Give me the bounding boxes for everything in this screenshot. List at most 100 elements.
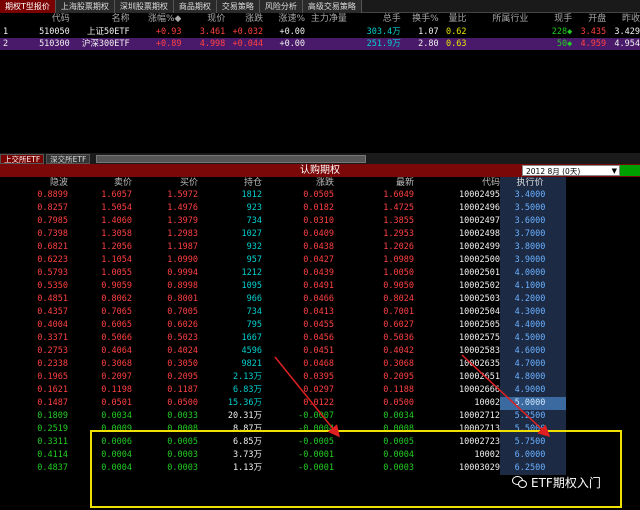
col-contract-code[interactable]: 代码 (414, 177, 500, 189)
table-row[interactable]: 0.2338 0.3068 0.3050 9821 0.0468 0.3068 100026… (0, 358, 640, 371)
cell-strike: 4.4000 (500, 319, 566, 332)
cell-ask: 0.2097 (101, 372, 132, 382)
col-change[interactable]: 涨跌 (262, 177, 334, 189)
table-row[interactable]: 0.3371 0.5066 0.5023 1667 0.0456 0.5036 100025… (0, 332, 640, 345)
cell-last: 1.4725 (383, 203, 414, 213)
col-strike[interactable]: 执行价 (500, 177, 566, 189)
wechat-icon (512, 475, 528, 489)
table-row[interactable]: 0.4114 0.0004 0.0003 3.73万 -0.0001 0.0004 1000… (0, 449, 640, 462)
top-tab-2[interactable]: 深圳股票期权 (114, 0, 174, 13)
quote-row-510050[interactable]: 1 510050 上证50ETF +0.93 3.461 +0.032 +0.0… (0, 26, 640, 38)
expiry-month-select[interactable]: 2012 8月 (0天) ▼ (522, 165, 620, 176)
options-grid-header: 隐波 卖价 买价 持仓 涨跌 最新 代码 执行价 (0, 177, 640, 189)
table-row[interactable]: 0.2753 0.4064 0.4024 4596 0.0451 0.4042 100025… (0, 345, 640, 358)
row-code: 510300 (39, 39, 70, 49)
quote-row-510300[interactable]: 2 510300 沪深300ETF +0.89 4.998 +0.044 +0.… (0, 38, 640, 50)
table-row[interactable]: 0.2519 0.0009 0.0008 8.87万 -0.0004 0.0008 1000… (0, 423, 640, 436)
horizontal-scrollbar[interactable] (96, 154, 367, 163)
col-bid[interactable]: 买价 (132, 177, 198, 189)
table-row[interactable]: 0.1965 0.2097 0.2095 2.13万 0.0395 0.2095 10002… (0, 371, 640, 384)
tab-sse-etf[interactable]: 上交所ETF (0, 153, 45, 164)
col-open-interest[interactable]: 持仓 (198, 177, 262, 189)
cell-strike: 4.7000 (500, 358, 566, 371)
top-tab-1[interactable]: 上海股票期权 (55, 0, 115, 13)
table-row[interactable]: 0.5350 0.9059 0.8998 1095 0.0491 0.9050 100025… (0, 280, 640, 293)
top-tab-0[interactable]: 期权T型报价 (0, 0, 56, 13)
col-industry[interactable]: 所属行业 (467, 13, 528, 26)
chevron-down-icon[interactable]: ▼ (612, 166, 617, 177)
col-diff[interactable]: 涨跌 (225, 13, 263, 26)
col-open[interactable]: 开盘 (572, 13, 606, 26)
table-row[interactable]: 0.3311 0.0006 0.0005 6.85万 -0.0005 0.0005 1000… (0, 436, 640, 449)
cell-contract-code: 10002503 (459, 294, 500, 304)
col-implied-vol[interactable]: 隐波 (0, 177, 68, 189)
top-tab-4[interactable]: 交易策略 (216, 0, 260, 13)
col-now-hand[interactable]: 现手 (528, 13, 572, 26)
col-turnover[interactable]: 换手% (401, 13, 439, 26)
row-now-hand: 50◆ (556, 39, 573, 49)
cell-last: 0.0003 (383, 463, 414, 473)
row-index: 2 (3, 39, 9, 49)
col-vol-ratio[interactable]: 量比 (439, 13, 467, 26)
col-last[interactable]: 最新 (334, 177, 414, 189)
table-row[interactable]: 0.8899 1.6057 1.5972 1812 0.0505 1.6049 100024… (0, 189, 640, 202)
col-main-net[interactable]: 主力净量 (305, 13, 347, 26)
row-code: 510050 (39, 27, 70, 37)
table-row[interactable]: 0.4851 0.8062 0.8001 966 0.0466 0.8024 1000250… (0, 293, 640, 306)
col-speed[interactable]: 涨速% (263, 13, 305, 26)
cell-ask: 1.6057 (101, 190, 132, 200)
cell-last: 0.0034 (383, 411, 414, 421)
cell-strike: 3.4000 (500, 189, 566, 202)
cell-contract-code: 10002498 (459, 229, 500, 239)
exchange-tab-bar: 上交所ETF 深交所ETF (0, 153, 640, 164)
col-volume[interactable]: 总手 (347, 13, 401, 26)
top-tab-3[interactable]: 商品期权 (173, 0, 217, 13)
cell-change: 0.0310 (303, 216, 334, 226)
cell-change: 0.0122 (303, 398, 334, 408)
cell-bid: 0.8998 (167, 281, 198, 291)
tab-szse-etf[interactable]: 深交所ETF (46, 153, 91, 164)
row-open: 3.435 (580, 27, 607, 37)
cell-last: 0.1188 (383, 385, 414, 395)
cell-ask: 0.7065 (101, 307, 132, 317)
cell-implied-vol: 0.6223 (37, 255, 68, 265)
top-tab-6[interactable]: 高级交易策略 (302, 0, 362, 13)
table-row[interactable]: 0.6821 1.2056 1.1987 932 0.0438 1.2026 1000249… (0, 241, 640, 254)
cell-last: 1.0050 (383, 268, 414, 278)
top-tab-5[interactable]: 风险分析 (259, 0, 303, 13)
col-name[interactable]: 名称 (70, 13, 130, 26)
table-row[interactable]: 0.4004 0.6065 0.6026 795 0.0455 0.6027 1000250… (0, 319, 640, 332)
table-row[interactable]: 0.7985 1.4060 1.3979 734 0.0310 1.3855 1000249… (0, 215, 640, 228)
cell-contract-code: 10002713 (459, 424, 500, 434)
cell-last: 0.3068 (383, 359, 414, 369)
row-now-hand: 228◆ (551, 27, 573, 37)
table-row[interactable]: 0.8257 1.5054 1.4976 923 0.0182 1.4725 1000249… (0, 202, 640, 215)
cell-bid: 0.9994 (167, 268, 198, 278)
cell-strike: 3.5000 (500, 202, 566, 215)
col-change-pct[interactable]: 涨幅%◆ (130, 13, 181, 26)
table-row[interactable]: 0.7398 1.3058 1.2983 1027 0.0409 1.2953 100024… (0, 228, 640, 241)
cell-change: -0.0007 (298, 411, 334, 421)
table-row[interactable]: 0.1487 0.0501 0.0500 15.36万 0.0122 0.0500 1000… (0, 397, 640, 410)
cell-bid: 0.1187 (167, 385, 198, 395)
table-row[interactable]: 0.1621 0.1198 0.1187 6.83万 0.0297 0.1188 10002… (0, 384, 640, 397)
table-row[interactable]: 0.1809 0.0034 0.0033 20.31万 -0.0007 0.0034 100… (0, 410, 640, 423)
cell-open-interest: 1812 (241, 190, 262, 200)
table-row[interactable]: 0.4357 0.7065 0.7005 734 0.0413 0.7001 1000250… (0, 306, 640, 319)
cell-ask: 1.4060 (101, 216, 132, 226)
row-price: 4.998 (199, 39, 226, 49)
table-row[interactable]: 0.5793 1.0055 0.9994 1212 0.0439 1.0050 100025… (0, 267, 640, 280)
col-ask[interactable]: 卖价 (68, 177, 132, 189)
cell-open-interest: 932 (246, 242, 262, 252)
col-prev-close[interactable]: 昨收 (606, 13, 640, 26)
top-tab-bar: 期权T型报价 上海股票期权 深圳股票期权 商品期权 交易策略 风险分析 高级交易策略 (0, 0, 640, 13)
col-code[interactable]: 代码 (12, 13, 70, 26)
cell-implied-vol: 0.5350 (37, 281, 68, 291)
col-price[interactable]: 现价 (181, 13, 225, 26)
cell-contract-code: 10002495 (459, 190, 500, 200)
row-diff: +0.044 (232, 39, 264, 49)
cell-bid: 0.0003 (167, 463, 198, 473)
cell-bid: 0.7005 (167, 307, 198, 317)
row-turnover: 2.80 (418, 39, 439, 49)
table-row[interactable]: 0.6223 1.1054 1.0990 957 0.0427 1.0989 1000250… (0, 254, 640, 267)
